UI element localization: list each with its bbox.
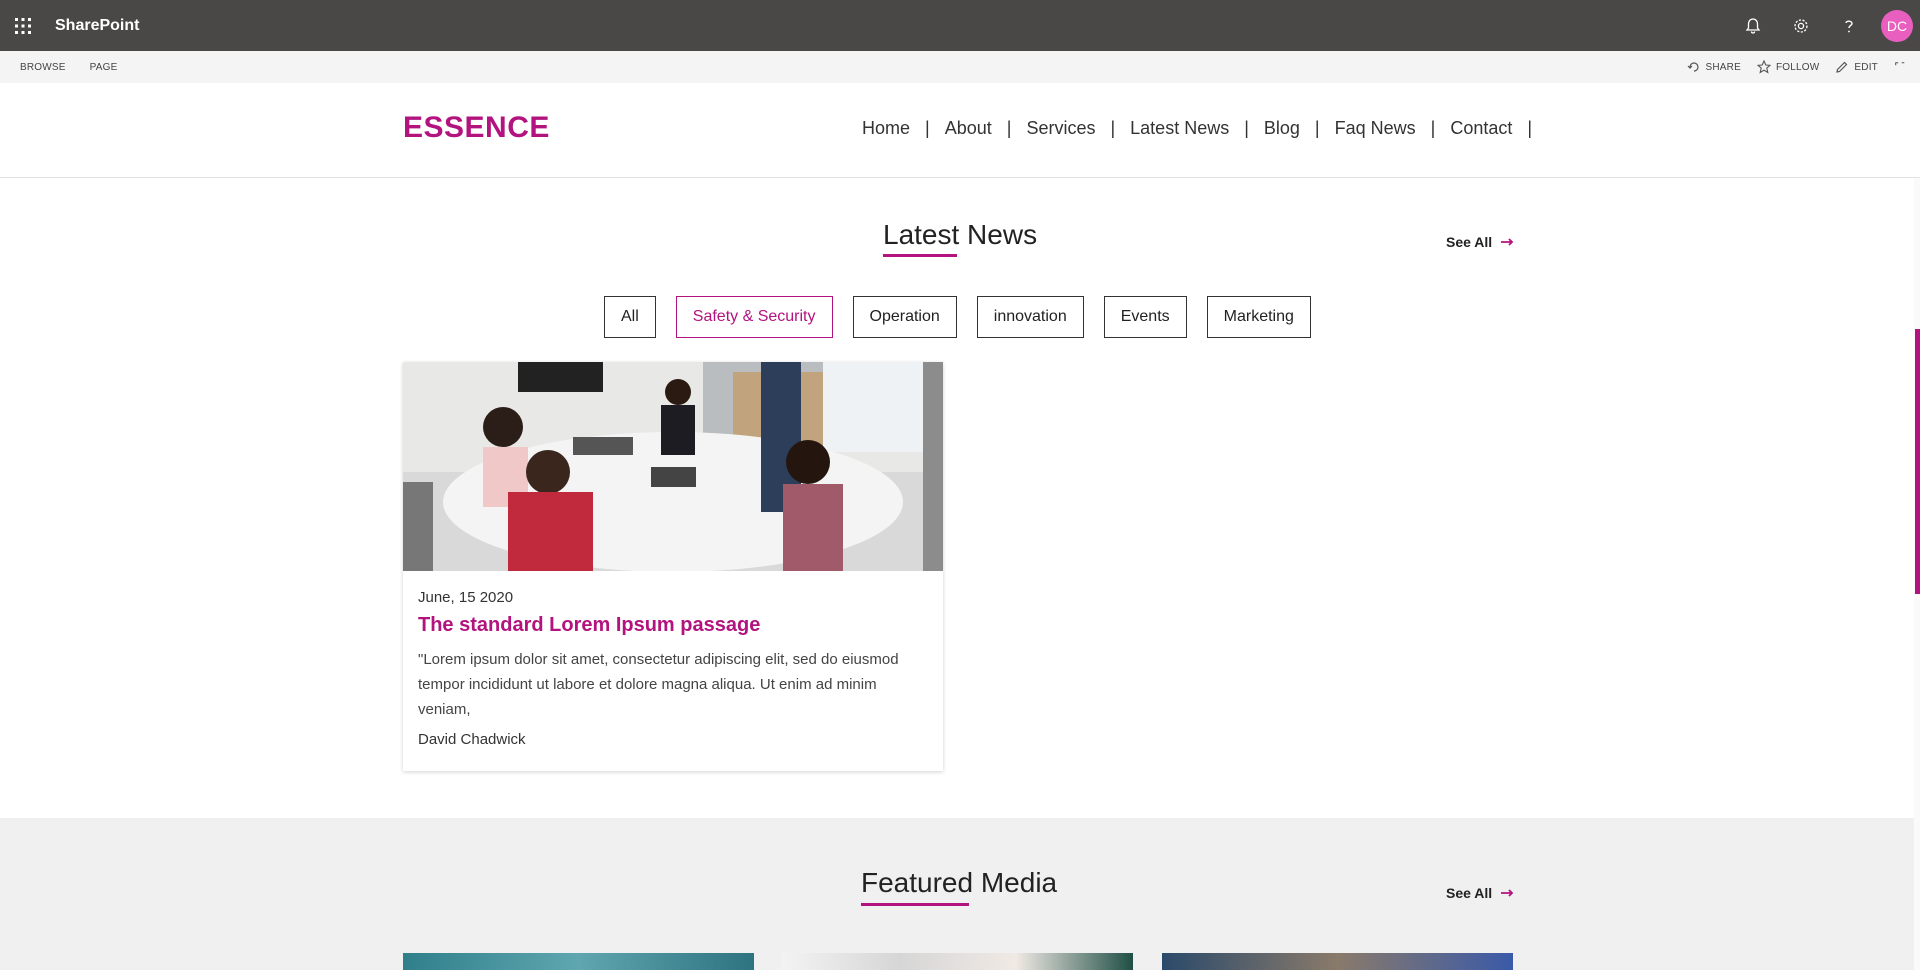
news-excerpt: "Lorem ipsum dolor sit amet, consectetur… [418,651,899,718]
news-date: June, 15 2020 [418,589,514,606]
title-underline [883,254,957,257]
news-author: David Chadwick [418,731,526,748]
nav-blog[interactable]: Blog [1264,118,1300,139]
site-header: ESSENCE Home | About | Services | Latest Ne… [0,83,1920,178]
news-card[interactable]: June, 15 2020 The standard Lorem Ipsum p… [403,362,943,771]
featured-media-title-part2: Media [973,867,1058,898]
nav-contact[interactable]: Contact [1450,118,1512,139]
arrow-right-icon [1501,238,1514,246]
media-thumbnail[interactable] [403,953,754,970]
nav-divider: | [925,118,930,138]
nav-divider: | [1527,118,1533,138]
arrow-right-icon [1501,889,1514,897]
featured-media-title-part1: Featured [861,867,974,898]
latest-news-title-part2: News [959,219,1038,250]
featured-media-section: Featured Media See All [0,818,1920,970]
filter-safety-security[interactable]: Safety & Security [675,296,833,338]
nav-about[interactable]: About [945,118,992,139]
nav-faq-news[interactable]: Faq News [1335,118,1416,139]
pencil-icon [1836,61,1848,73]
ribbon: BROWSE PAGE SHARE FOLLOW EDIT [0,51,1920,83]
nav-divider: | [1244,118,1249,138]
nav-divider: | [1314,118,1320,138]
site-logo[interactable]: ESSENCE [403,111,550,145]
see-all-label: See All [1446,885,1493,901]
top-navigation: Home | About | Services | Latest News | Blog… [862,118,1547,139]
filter-all[interactable]: All [604,296,656,338]
follow-label: FOLLOW [1775,61,1820,73]
help-icon[interactable] [1825,0,1873,51]
see-all-label: See All [1446,234,1493,250]
nav-divider: | [1430,118,1436,138]
filter-marketing[interactable]: Marketing [1206,296,1311,338]
bell-icon[interactable] [1729,0,1777,51]
scrollbar-thumb[interactable] [1915,329,1920,594]
app-name[interactable]: SharePoint [55,17,139,35]
nav-divider: | [1110,118,1116,138]
filter-innovation[interactable]: innovation [976,296,1084,338]
share-button[interactable]: SHARE [1687,60,1741,74]
suite-bar: SharePoint DC [0,0,1920,51]
nav-divider: | [1006,118,1012,138]
focus-mode-icon[interactable] [1894,61,1906,73]
edit-label: EDIT [1854,61,1878,73]
tab-page[interactable]: PAGE [90,62,118,73]
star-icon [1756,60,1771,74]
see-all-news-link[interactable]: See All [1446,234,1515,250]
news-filter-bar: All Safety & Security Operation innovati… [604,296,1311,338]
avatar[interactable]: DC [1881,9,1913,42]
see-all-media-link[interactable]: See All [1446,885,1515,901]
meeting-photo[interactable] [403,362,943,571]
edit-button[interactable]: EDIT [1835,60,1878,74]
tab-browse[interactable]: BROWSE [20,62,66,73]
gear-icon[interactable] [1777,0,1825,51]
title-underline [861,903,969,906]
media-thumbnail[interactable] [1162,953,1513,970]
latest-news-title-part1: Latest [883,219,960,250]
nav-services[interactable]: Services [1026,118,1095,139]
filter-operation[interactable]: Operation [852,296,957,338]
share-label: SHARE [1705,61,1741,73]
waffle-icon[interactable] [0,0,46,51]
featured-media-heading: Featured Media [861,867,1057,899]
latest-news-heading: Latest News [883,219,1037,251]
share-icon [1687,62,1699,72]
nav-latest-news[interactable]: Latest News [1130,118,1229,139]
filter-events[interactable]: Events [1103,296,1187,338]
media-thumbnail[interactable] [782,953,1133,970]
news-title[interactable]: The standard Lorem Ipsum passage [418,614,928,637]
nav-home[interactable]: Home [862,118,910,139]
follow-button[interactable]: FOLLOW [1756,60,1820,74]
